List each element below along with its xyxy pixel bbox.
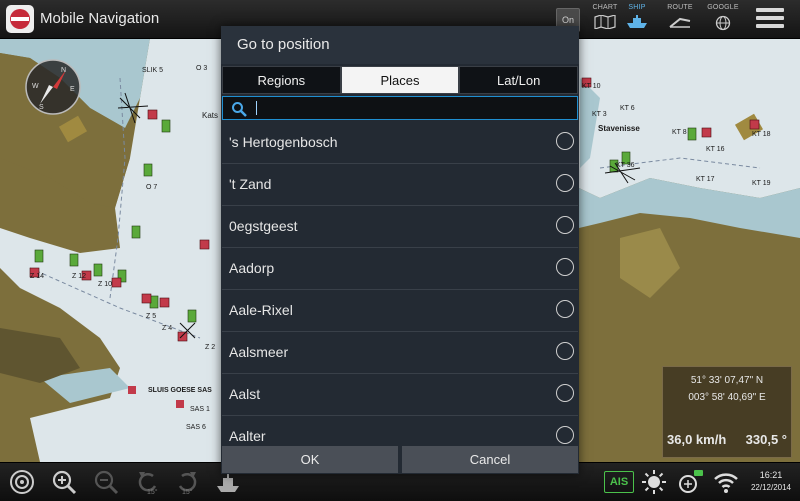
tab-places[interactable]: Places — [340, 66, 460, 94]
list-item[interactable]: Aale-Rixel — [222, 290, 578, 332]
route-mode-button[interactable]: ROUTE — [662, 4, 698, 34]
tab-regions[interactable]: Regions — [222, 66, 341, 94]
search-bar — [222, 96, 578, 120]
search-input[interactable] — [253, 99, 575, 119]
buoy-label: KT 6 — [620, 105, 635, 112]
svg-text:N: N — [61, 67, 66, 74]
globe-icon — [715, 15, 731, 31]
radio-button[interactable] — [556, 174, 574, 192]
list-item[interactable]: 't Zand — [222, 164, 578, 206]
buoy-label: KT 3 — [592, 111, 607, 118]
buoy-label: O 3 — [196, 65, 207, 72]
rotate-left-icon[interactable]: 15° — [133, 468, 161, 496]
place-name: 't Zand — [229, 176, 272, 192]
svg-text:E: E — [70, 86, 75, 93]
tab-lat-lon[interactable]: Lat/Lon — [459, 66, 579, 94]
cancel-button[interactable]: Cancel — [402, 446, 578, 473]
wifi-icon[interactable] — [712, 468, 740, 496]
gps-satellite-icon[interactable] — [676, 468, 704, 496]
text-caret — [256, 101, 257, 115]
place-name: 0egstgeest — [229, 218, 298, 234]
menu-icon[interactable] — [756, 8, 784, 30]
buoy-label: Z 4 — [162, 325, 172, 332]
radio-button[interactable] — [556, 300, 574, 318]
list-item[interactable]: 0egstgeest — [222, 206, 578, 248]
list-item[interactable]: 's Hertogenbosch — [222, 122, 578, 164]
place-name: Aalsmeer — [229, 344, 289, 360]
app-logo-icon[interactable] — [6, 5, 34, 33]
dialog-title: Go to position — [221, 26, 579, 64]
latitude-value: 51° 33' 07,47" N — [690, 375, 764, 386]
buoy-label: Z 14 — [30, 273, 44, 280]
list-item[interactable]: Aalter — [222, 416, 578, 444]
radio-button[interactable] — [556, 132, 574, 150]
radio-button[interactable] — [556, 426, 574, 444]
buoy-label: KT 18 — [752, 131, 771, 138]
place-name: Aale-Rixel — [229, 302, 293, 318]
buoy-label: KT 16 — [706, 146, 725, 153]
svg-text:S: S — [39, 104, 44, 111]
dialog-buttons: OK Cancel — [222, 446, 578, 473]
places-list[interactable]: 's Hertogenbosch 't Zand 0egstgeest Aado… — [222, 122, 578, 444]
chart-icon — [594, 15, 616, 29]
compass-rose[interactable]: N E W S — [24, 58, 82, 116]
brightness-icon[interactable] — [640, 468, 668, 496]
buoy-label: KT 19 — [752, 180, 771, 187]
ais-toggle-button[interactable]: AIS — [604, 471, 634, 493]
buoy-label: SAS 6 — [186, 424, 206, 431]
buoy-label: KT 8 — [672, 129, 687, 136]
place-name: 's Hertogenbosch — [229, 134, 338, 150]
position-readout: 51° 33' 07,47" N 003° 58' 40,69" E 36,0 … — [662, 366, 792, 458]
list-item[interactable]: Aadorp — [222, 248, 578, 290]
rotate-step-label: 15° — [147, 488, 158, 496]
longitude-value: 003° 58' 40,69" E — [688, 392, 766, 403]
list-item[interactable]: Aalsmeer — [222, 332, 578, 374]
ok-button[interactable]: OK — [222, 446, 398, 473]
radio-button[interactable] — [556, 216, 574, 234]
zoom-in-icon[interactable] — [50, 468, 78, 496]
svg-text:W: W — [32, 83, 39, 90]
app-title: Mobile Navigation — [40, 10, 160, 27]
clock-date: 22/12/2014 — [750, 483, 792, 492]
place-name: Aadorp — [229, 260, 275, 276]
buoy-label: KT 10 — [582, 83, 601, 90]
zoom-out-icon[interactable] — [92, 468, 120, 496]
radio-button[interactable] — [556, 258, 574, 276]
buoy-label: Z 5 — [146, 313, 156, 320]
lock-label: SLUIS GOESE SAS — [148, 387, 212, 394]
rotate-right-icon[interactable]: 15° — [174, 468, 202, 496]
mode-label: ROUTE — [667, 4, 693, 11]
mode-label: SHIP — [628, 4, 646, 11]
buoy-label: O 7 — [146, 184, 157, 191]
go-to-position-dialog: Go to position Regions Places Lat/Lon 's… — [221, 26, 579, 474]
mode-label: GOOGLE — [707, 4, 739, 11]
heading-value: 330,5 ° — [745, 432, 787, 447]
radio-button[interactable] — [556, 384, 574, 402]
buoy-label: SLIK 5 — [142, 67, 163, 74]
buoy-label: SAS 1 — [190, 406, 210, 413]
chart-mode-button[interactable]: CHART — [587, 4, 623, 34]
rotate-step-label: 15° — [182, 488, 193, 496]
dialog-tabs: Regions Places Lat/Lon — [222, 66, 579, 94]
list-item[interactable]: Aalst — [222, 374, 578, 416]
radio-button[interactable] — [556, 342, 574, 360]
place-name: Aalter — [229, 428, 266, 444]
place-name: Aalst — [229, 386, 261, 402]
google-mode-button[interactable]: GOOGLE — [705, 4, 741, 34]
speed-value: 36,0 km/h — [667, 432, 727, 447]
buoy-label: Z 10 — [98, 281, 112, 288]
buoy-label: Z 12 — [72, 273, 86, 280]
clock-time: 16:21 — [759, 470, 783, 480]
place-label: Kats — [202, 111, 218, 120]
route-icon — [669, 17, 691, 28]
search-icon — [231, 101, 247, 117]
ship-icon — [627, 15, 647, 28]
ship-mode-button[interactable]: SHIP — [619, 4, 655, 34]
center-position-icon[interactable] — [8, 468, 36, 496]
buoy-label: KT 17 — [696, 176, 715, 183]
mode-label: CHART — [592, 4, 618, 11]
buoy-label: KT 36 — [616, 162, 635, 169]
buoy-label: Z 2 — [205, 344, 215, 351]
place-label: Stavenisse — [598, 124, 640, 133]
